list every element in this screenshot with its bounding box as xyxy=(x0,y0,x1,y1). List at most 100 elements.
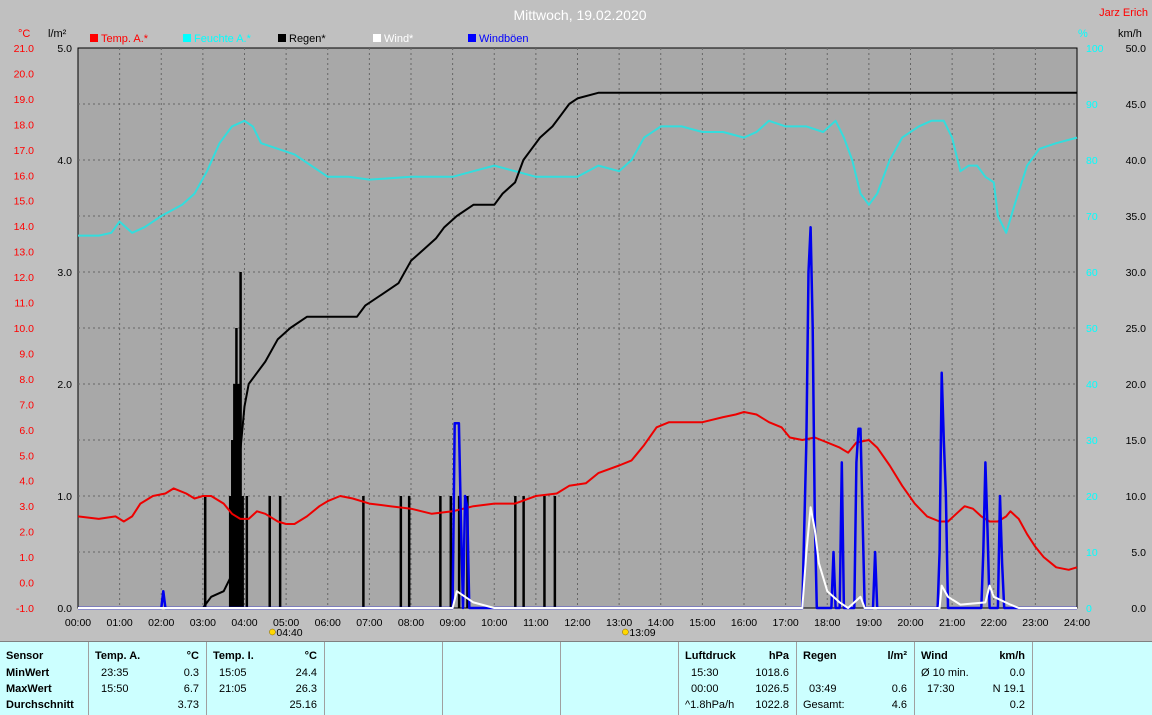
humidity-tick-label: 0 xyxy=(1086,603,1092,615)
temp-a-max-value: 6.7 xyxy=(183,683,199,695)
time-tick-label: 08:00 xyxy=(398,617,424,629)
rain-max-time: 03:49 xyxy=(809,683,837,695)
temp-tick-label: 0.0 xyxy=(19,578,34,590)
rain-tick-label: 1.0 xyxy=(57,491,72,503)
temp-tick-label: 5.0 xyxy=(19,450,34,462)
rain-max-value: 0.6 xyxy=(891,683,907,695)
sun-icon xyxy=(622,628,629,636)
author-label: Jarz Erich xyxy=(1099,7,1148,19)
time-tick-label: 01:00 xyxy=(106,617,132,629)
wind-head: Wind xyxy=(921,650,948,662)
stats-col-pressure: Luftdruck hPa 15:30 1018.6 00:00 1026.5 … xyxy=(678,642,797,715)
rain-tick-label: 2.0 xyxy=(57,379,72,391)
unit-rain-left: l/m² xyxy=(48,28,67,40)
stats-min-label: MinWert xyxy=(6,667,50,679)
temp-a-min-time: 23:35 xyxy=(101,667,129,679)
chart-title: Mittwoch, 19.02.2020 xyxy=(513,7,646,23)
legend-swatch-humidity xyxy=(183,34,191,42)
temp-i-min-value: 24.4 xyxy=(295,667,317,679)
temp-tick-label: -1.0 xyxy=(16,603,34,615)
time-tick-label: 17:00 xyxy=(772,617,798,629)
temp-tick-label: 17.0 xyxy=(14,145,35,157)
humidity-tick-label: 50 xyxy=(1086,323,1098,335)
pressure-max-time: 00:00 xyxy=(691,683,719,695)
pressure-min-value: 1018.6 xyxy=(755,667,789,679)
sun-icon xyxy=(269,628,276,636)
wind-tick-label: 10.0 xyxy=(1126,491,1147,503)
temp-tick-label: 16.0 xyxy=(14,170,35,182)
legend-swatch-wind xyxy=(373,34,381,42)
wind-tick-label: 45.0 xyxy=(1126,99,1147,111)
wind-tick-label: 35.0 xyxy=(1126,211,1147,223)
legend-label-wind: Wind* xyxy=(384,33,414,45)
time-tick-label: 22:00 xyxy=(981,617,1007,629)
rain-bar xyxy=(245,496,249,608)
legend-label-gust: Windböen xyxy=(479,33,529,45)
rain-total-value: 4.6 xyxy=(891,699,907,711)
stats-col-wind: Wind km/h Ø 10 min. 0.0 17:30 N 19.1 0.2 xyxy=(914,642,1033,715)
temp-tick-label: 9.0 xyxy=(19,348,34,360)
pressure-max-value: 1026.5 xyxy=(755,683,789,695)
rain-head: Regen xyxy=(803,650,837,662)
temp-i-unit: °C xyxy=(304,650,317,662)
time-tick-label: 24:00 xyxy=(1064,617,1090,629)
pressure-average: 1022.8 xyxy=(755,699,789,711)
temp-tick-label: 20.0 xyxy=(14,68,35,80)
legend-swatch-gust xyxy=(468,34,476,42)
temp-a-max-time: 15:50 xyxy=(101,683,129,695)
humidity-tick-label: 70 xyxy=(1086,211,1098,223)
stats-col-empty-1 xyxy=(324,642,443,715)
rain-bar xyxy=(268,496,271,608)
rain-bar xyxy=(203,496,207,608)
wind-tick-label: 25.0 xyxy=(1126,323,1147,335)
stats-col-empty-3 xyxy=(560,642,679,715)
time-tick-label: 21:00 xyxy=(939,617,965,629)
temp-tick-label: 15.0 xyxy=(14,196,35,208)
wind-tick-label: 50.0 xyxy=(1126,43,1147,55)
sun-time-label: 13:09 xyxy=(629,627,655,639)
rain-tick-label: 5.0 xyxy=(57,43,72,55)
statistics-panel: Sensor MinWert MaxWert Durchschnitt Temp… xyxy=(0,641,1152,715)
legend-label-rain: Regen* xyxy=(289,33,326,45)
wind-max-time: 17:30 xyxy=(927,683,955,695)
time-tick-label: 03:00 xyxy=(190,617,216,629)
rain-bar xyxy=(278,496,282,608)
wind-average: 0.2 xyxy=(1009,699,1025,711)
temp-i-min-time: 15:05 xyxy=(219,667,247,679)
time-tick-label: 02:00 xyxy=(148,617,174,629)
temp-tick-label: 4.0 xyxy=(19,476,34,488)
temp-i-average: 25.16 xyxy=(289,699,317,711)
pressure-trend: ^1.8hPa/h xyxy=(685,699,735,711)
stats-avg-label: Durchschnitt xyxy=(6,699,74,711)
rain-bar xyxy=(362,496,365,608)
humidity-tick-label: 10 xyxy=(1086,547,1098,559)
humidity-tick-label: 60 xyxy=(1086,267,1098,279)
time-tick-label: 15:00 xyxy=(689,617,715,629)
temp-a-min-value: 0.3 xyxy=(183,667,199,679)
pressure-head: Luftdruck xyxy=(685,650,736,662)
unit-temp-left: °C xyxy=(18,28,30,40)
wind-avg10-value: 0.0 xyxy=(1009,667,1025,679)
temp-tick-label: 19.0 xyxy=(14,94,35,106)
stats-col-temp-i: Temp. I. °C 15:05 24.4 21:05 26.3 25.16 xyxy=(206,642,325,715)
rain-bar xyxy=(543,496,546,608)
stats-col-empty-4 xyxy=(1032,642,1152,715)
wind-tick-label: 5.0 xyxy=(1131,547,1146,559)
unit-humidity-right: % xyxy=(1078,28,1088,40)
wind-tick-label: 0.0 xyxy=(1131,603,1146,615)
humidity-tick-label: 80 xyxy=(1086,155,1098,167)
pressure-min-time: 15:30 xyxy=(691,667,719,679)
time-tick-label: 19:00 xyxy=(856,617,882,629)
wind-unit: km/h xyxy=(999,650,1025,662)
humidity-tick-label: 100 xyxy=(1086,43,1104,55)
rain-bar xyxy=(514,496,517,608)
time-tick-label: 09:00 xyxy=(439,617,465,629)
wind-tick-label: 30.0 xyxy=(1126,267,1147,279)
temp-tick-label: 8.0 xyxy=(19,374,34,386)
rain-bar xyxy=(399,496,403,608)
temp-tick-label: 1.0 xyxy=(19,552,34,564)
time-tick-label: 04:00 xyxy=(231,617,257,629)
time-tick-label: 12:00 xyxy=(564,617,590,629)
stats-col-sensor: Sensor MinWert MaxWert Durchschnitt xyxy=(0,642,88,715)
wind-tick-label: 20.0 xyxy=(1126,379,1147,391)
